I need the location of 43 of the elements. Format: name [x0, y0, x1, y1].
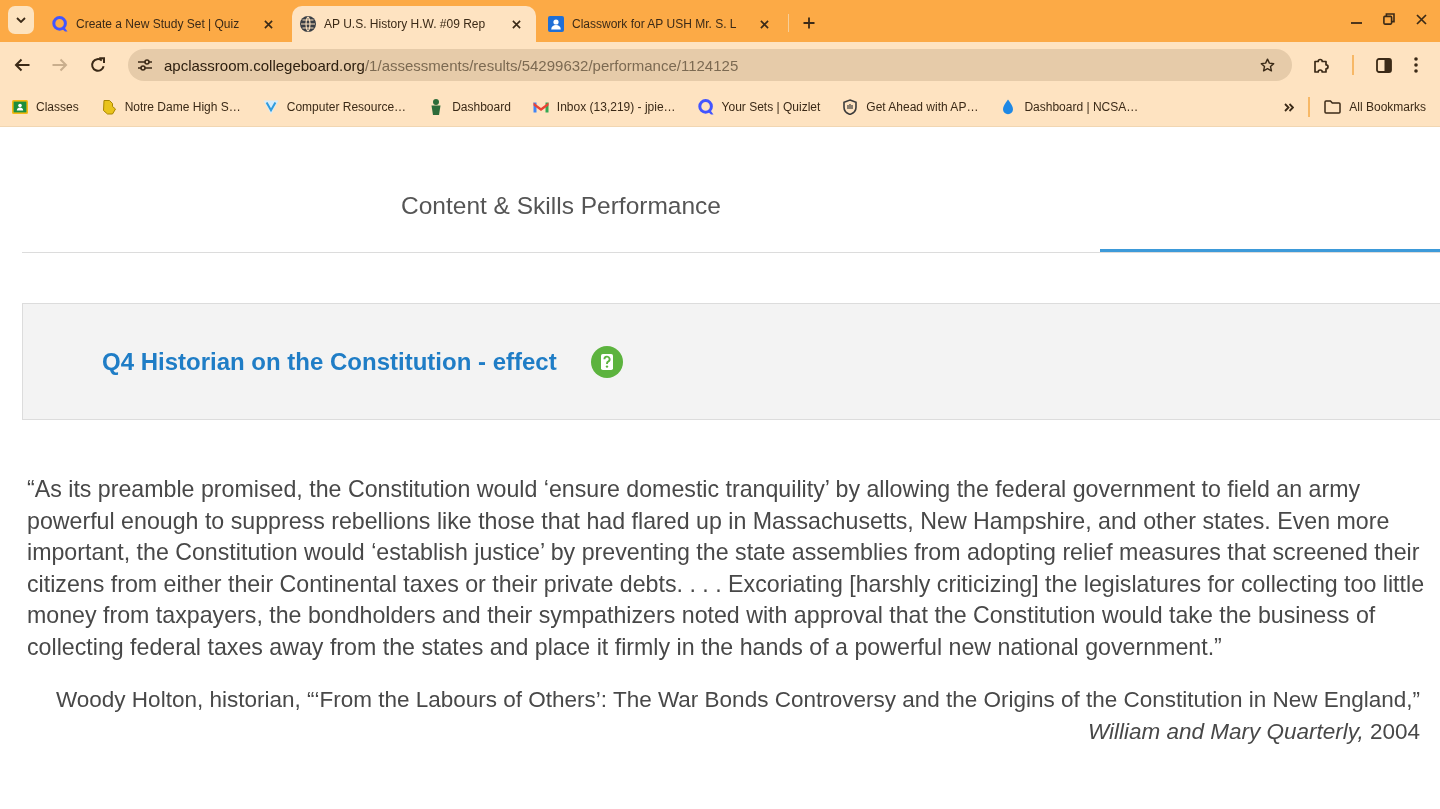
close-icon[interactable] [264, 19, 273, 29]
plus-icon[interactable] [803, 17, 815, 29]
quote-text: “As its preamble promised, the Constitution would ‘ensure domestic tranquility’ by allowing the federal government to field an army powerful enough to suppress rebellions like those that had flared up in Massachusetts, New Hampshire, and other states. Even more important, the Constitution would ‘establish justice’ by preventing the state assemblies from adopting relief measures that screened their citizens from either their Continental taxes or their private debts. . . . Excoriating [harshly criticizing] the legislatures for collecting too little money from taxpayers, the bondholders and their sympathizers noted with approval that the Constitution would take the business of collecting federal taxes away from the states and place it firmly in the hands of a powerful new national government.” [27, 475, 1426, 662]
close-icon[interactable] [1416, 13, 1427, 25]
bookmark[interactable]: Notre Dame High S… [100, 99, 241, 115]
star-icon[interactable] [1260, 57, 1275, 73]
kebab-menu-icon[interactable] [1414, 57, 1418, 73]
chevron-badge-icon [262, 99, 279, 115]
browser-tab[interactable]: Create a New Study Set | Quiz [44, 6, 288, 42]
sliders-icon[interactable] [138, 59, 152, 71]
close-icon[interactable] [760, 19, 769, 29]
reload-icon[interactable] [90, 57, 106, 73]
classroom-board-icon [12, 99, 28, 115]
question-title: Q4 Historian on the Constitution - effect [102, 347, 557, 376]
back-icon[interactable] [14, 57, 30, 73]
puzzle-icon[interactable] [1314, 57, 1330, 73]
double-chevron-icon[interactable] [1284, 102, 1295, 112]
help-icon[interactable] [590, 345, 623, 378]
emblem-icon [100, 99, 117, 115]
bookmark[interactable]: Your Sets | Quizlet [697, 99, 821, 115]
bookmark[interactable]: Dashboard [428, 99, 511, 115]
tab[interactable]: Content & Skills Performance [395, 191, 727, 221]
bookmark[interactable]: Get Ahead with AP… [842, 99, 979, 115]
citation-text: Woody Holton, historian, “‘From the Labours of Others’: The War Bonds Controversy and the Origins of the Constitution in New England,” William and Mary Quarterly, 2004 [55, 686, 1420, 746]
browser-tab[interactable]: Classwork for AP USH Mr. S. L [540, 6, 784, 42]
side-panel-icon[interactable] [1376, 57, 1392, 73]
shield-icon [842, 99, 859, 115]
bookmark[interactable]: Classes [12, 99, 79, 115]
tab-list-button[interactable] [8, 6, 34, 34]
folder-icon [1324, 100, 1342, 114]
person-board-icon [548, 16, 564, 32]
ring-logo-icon [52, 16, 68, 32]
ring-logo-icon [697, 99, 714, 115]
chevron-down-icon [16, 17, 26, 23]
bookmark[interactable]: Inbox (13,219) - jpie… [532, 99, 676, 115]
globe-icon [300, 16, 316, 32]
close-icon[interactable] [512, 19, 521, 29]
browser-tab[interactable]: AP U.S. History H.W. #09 Rep [292, 6, 536, 42]
bookmark[interactable]: Computer Resource… [262, 99, 407, 115]
address-field[interactable]: apclassroom.collegeboard.org/1/assessments/results/54299632/performance/1124125 [128, 49, 1292, 81]
bookmark-folder[interactable]: All Bookmarks [1324, 100, 1426, 114]
bookmark[interactable]: Dashboard | NCSA… [1000, 99, 1139, 115]
restore-icon[interactable] [1383, 13, 1395, 25]
